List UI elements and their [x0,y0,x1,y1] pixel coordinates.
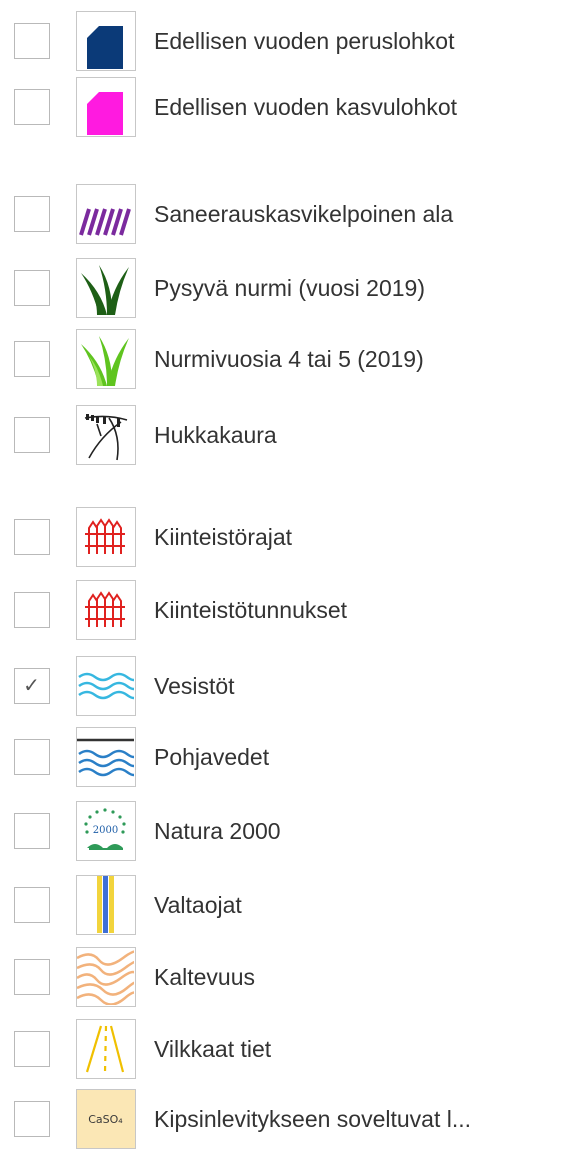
layer-label: Hukkakaura [154,422,277,448]
layer-checkbox[interactable] [14,959,50,995]
groundwater-waves-icon [76,727,136,787]
layer-checkbox[interactable] [14,196,50,232]
slope-contours-icon [76,947,136,1007]
layer-checkbox[interactable] [14,1031,50,1067]
wild-oat-icon [76,405,136,465]
layer-row-pohjavedet[interactable]: Pohjavedet [0,726,562,788]
layer-label: Kiinteistörajat [154,524,293,550]
layer-checkbox[interactable] [14,341,50,377]
layer-label: Valtaojat [154,892,242,918]
main-ditch-icon [76,875,136,935]
layer-label: Kiinteistötunnukset [154,597,348,623]
layer-row-kaltevuus[interactable]: Kaltevuus [0,946,562,1008]
layer-checkbox[interactable] [14,23,50,59]
checkmark-icon: ✓ [23,673,40,697]
busy-road-icon [76,1019,136,1079]
layer-label: Saneerauskasvikelpoinen ala [154,201,454,227]
layer-checkbox[interactable] [14,519,50,555]
layer-row-saneerauskasvi[interactable]: Saneerauskasvikelpoinen ala [0,183,562,245]
layer-row-kipsinlevitys[interactable]: CaSO₄ Kipsinlevitykseen soveltuvat l... [0,1088,562,1150]
layer-checkbox[interactable] [14,592,50,628]
caso4-text: CaSO₄ [88,1113,123,1126]
layer-label: Nurmivuosia 4 tai 5 (2019) [154,346,424,372]
layer-row-vesistot[interactable]: ✓ Vesistöt [0,655,562,717]
layer-row-kasvulohkot[interactable]: Edellisen vuoden kasvulohkot [0,76,562,138]
light-grass-icon [76,329,136,389]
layer-label: Pysyvä nurmi (vuosi 2019) [154,275,425,301]
dark-grass-icon [76,258,136,318]
layer-checkbox[interactable] [14,89,50,125]
parcel-magenta-icon [76,77,136,137]
layer-label: Pohjavedet [154,744,270,770]
layer-label: Edellisen vuoden peruslohkot [154,28,455,54]
layer-checkbox[interactable] [14,739,50,775]
layer-row-valtaojat[interactable]: Valtaojat [0,874,562,936]
layer-checkbox[interactable] [14,1101,50,1137]
natura-2000-icon: 2000 [76,801,136,861]
layer-row-hukkakaura[interactable]: Hukkakaura [0,404,562,466]
layer-row-vilkkaat-tiet[interactable]: Vilkkaat tiet [0,1018,562,1080]
layer-checkbox-checked[interactable]: ✓ [14,668,50,704]
layer-checkbox[interactable] [14,417,50,453]
hatched-area-icon [76,184,136,244]
layer-checkbox[interactable] [14,813,50,849]
layer-row-pysyva-nurmi[interactable]: Pysyvä nurmi (vuosi 2019) [0,257,562,319]
layer-row-natura-2000[interactable]: 2000 Natura 2000 [0,800,562,862]
layer-label: Kipsinlevitykseen soveltuvat l... [154,1106,472,1132]
layer-row-kiinteistorajat[interactable]: Kiinteistörajat [0,506,562,568]
gypsum-caso4-icon: CaSO₄ [76,1089,136,1149]
layer-row-peruslohkot[interactable]: Edellisen vuoden peruslohkot [0,10,562,72]
layer-label: Kaltevuus [154,964,256,990]
layer-row-nurmivuosia[interactable]: Nurmivuosia 4 tai 5 (2019) [0,328,562,390]
water-waves-icon [76,656,136,716]
property-fence-icon [76,580,136,640]
property-fence-icon [76,507,136,567]
layer-checkbox[interactable] [14,887,50,923]
natura-logo-text: 2000 [93,825,118,836]
layer-row-kiinteistotunnukset[interactable]: Kiinteistötunnukset [0,579,562,641]
layer-label: Vilkkaat tiet [154,1036,272,1062]
layer-checkbox[interactable] [14,270,50,306]
layer-label: Vesistöt [154,673,235,699]
parcel-navy-icon [76,11,136,71]
layer-label: Natura 2000 [154,818,281,844]
layer-label: Edellisen vuoden kasvulohkot [154,94,458,120]
